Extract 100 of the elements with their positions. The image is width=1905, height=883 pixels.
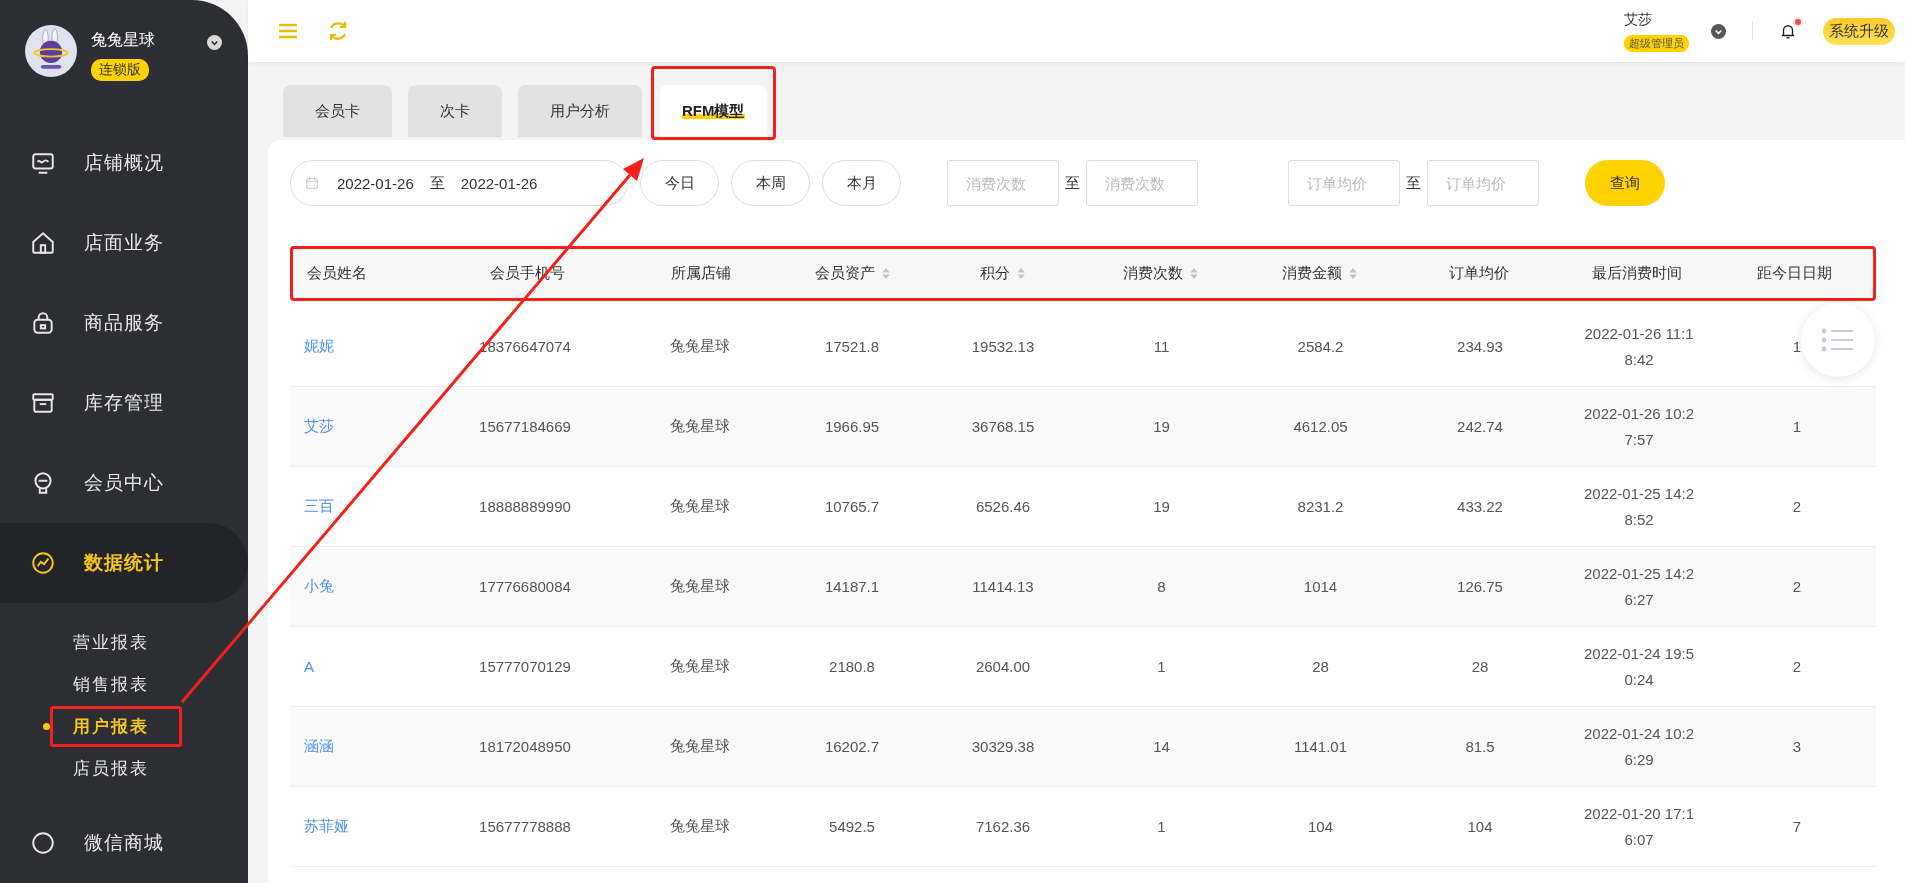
tab[interactable]: 用户分析 xyxy=(518,85,642,137)
table-cell: 18888889990 xyxy=(479,498,571,515)
nav-item[interactable]: 店铺概况 xyxy=(0,123,248,203)
submenu-item[interactable]: 营业报表 xyxy=(73,632,149,652)
table-cell: 15777070129 xyxy=(479,658,571,675)
range-separator: 至 xyxy=(1065,173,1080,193)
table-cell: 28 xyxy=(1312,658,1329,675)
table-cell-text: 2022-01-26 10:27:57 xyxy=(1582,403,1696,450)
table-cell: 14 xyxy=(1153,738,1170,755)
nav-item[interactable]: 会员中心 xyxy=(0,443,248,523)
input-field[interactable]: 订单均价 xyxy=(1288,160,1400,206)
table-cell: 242.74 xyxy=(1457,418,1503,435)
table-cell: 兔兔星球 xyxy=(670,657,730,676)
nav-item[interactable]: 库存管理 xyxy=(0,363,248,443)
sort-icon[interactable] xyxy=(880,267,891,280)
table-cell: 5492.5 xyxy=(829,818,875,835)
nav-item[interactable]: 店面业务 xyxy=(0,203,248,283)
upgrade-button[interactable]: 系统升级 xyxy=(1823,17,1895,45)
table-cell: 19 xyxy=(1153,498,1170,515)
table-cell: 2 xyxy=(1792,658,1802,675)
table-cell: 兔兔星球 xyxy=(670,497,730,516)
table-cell-text: 2022-01-25 14:26:27 xyxy=(1582,563,1696,610)
table-cell-text: 2022-01-25 14:28:52 xyxy=(1582,483,1696,530)
column-header: 消费次数 xyxy=(1123,264,1184,283)
table-cell: 14187.1 xyxy=(824,578,880,595)
table-cell: 15677184669 xyxy=(479,418,571,435)
table-cell: 2584.2 xyxy=(1297,338,1344,355)
input-field[interactable]: 消费次数 xyxy=(1086,160,1198,206)
submenu-item[interactable]: 销售报表 xyxy=(73,674,149,694)
calendar-icon xyxy=(305,176,319,190)
table-cell: 1966.95 xyxy=(824,418,880,435)
box-icon xyxy=(30,390,56,416)
house-icon xyxy=(30,230,56,256)
quick-range-button[interactable]: 本月 xyxy=(822,160,901,206)
table-cell: 兔兔星球 xyxy=(670,417,730,436)
column-header: 消费金额 xyxy=(1281,264,1342,283)
table-cell: 126.75 xyxy=(1457,578,1503,595)
table-cell: 19 xyxy=(1153,418,1170,435)
table-cell: 7162.36 xyxy=(975,818,1031,835)
table-cell: 15677778888 xyxy=(479,818,571,835)
submenu-item[interactable]: 店员报表 xyxy=(73,758,149,778)
table-cell: 10765.7 xyxy=(824,498,880,515)
table-cell: 36768.15 xyxy=(971,418,1035,435)
table-cell: 兔兔星球 xyxy=(670,577,730,596)
monitor-icon xyxy=(30,150,56,176)
nav-item[interactable]: 微信商城 xyxy=(0,803,248,883)
table-cell: 234.93 xyxy=(1457,338,1503,355)
table-cell-text: 2022-01-24 19:50:24 xyxy=(1582,643,1696,690)
table-cell: 11414.13 xyxy=(972,578,1034,595)
rabbit-logo-icon xyxy=(25,25,77,77)
chart-icon xyxy=(30,550,56,576)
column-header: 距今日日期 xyxy=(1756,264,1832,283)
nav-item[interactable]: 数据统计 xyxy=(0,523,248,603)
input-field[interactable]: 消费次数 xyxy=(947,160,1059,206)
table-cell: 104 xyxy=(1308,818,1333,835)
nav-item[interactable]: 商品服务 xyxy=(0,283,248,363)
table-cell: 2180.8 xyxy=(829,658,875,675)
list-icon xyxy=(1822,328,1854,352)
dropdown-icon[interactable] xyxy=(207,35,222,50)
dropdown-icon[interactable] xyxy=(1711,23,1726,39)
bell-icon[interactable] xyxy=(1779,22,1797,40)
table-cell: 2 xyxy=(1792,578,1802,595)
table-cell: 3 xyxy=(1792,738,1802,755)
sort-icon[interactable] xyxy=(1189,267,1200,280)
tab[interactable]: 次卡 xyxy=(408,85,502,137)
table-cell: 19532.13 xyxy=(971,338,1035,355)
column-header: 订单均价 xyxy=(1448,264,1509,283)
table-cell: 18172048950 xyxy=(479,738,571,755)
table-cell: 16202.7 xyxy=(824,738,880,755)
table-cell: 28 xyxy=(1471,658,1489,675)
column-header: 最后消费时间 xyxy=(1591,264,1682,283)
table-cell: 30329.38 xyxy=(971,738,1035,755)
table-cell: 17521.8 xyxy=(824,338,880,355)
store-name: 兔兔星球 xyxy=(91,30,155,50)
sort-icon[interactable] xyxy=(1016,267,1027,280)
quick-range-button[interactable]: 今日 xyxy=(640,160,719,206)
table-cell: 6526.46 xyxy=(975,498,1031,515)
table-cell: 8 xyxy=(1157,578,1166,595)
bag-icon xyxy=(30,310,56,336)
sort-icon[interactable] xyxy=(1347,267,1358,280)
table-cell: 兔兔星球 xyxy=(670,337,730,356)
table-cell: 1 xyxy=(1792,338,1802,355)
edition-badge: 连锁版 xyxy=(91,59,149,81)
tab[interactable]: 会员卡 xyxy=(283,85,392,137)
table-cell: 7 xyxy=(1792,818,1802,835)
role-badge: 超级管理员 xyxy=(1624,34,1689,52)
table-cell: 兔兔星球 xyxy=(670,737,730,756)
table-cell: 11 xyxy=(1153,338,1170,355)
table-cell: 8231.2 xyxy=(1297,498,1344,515)
quick-range-button[interactable]: 本周 xyxy=(731,160,810,206)
search-button[interactable]: 查询 xyxy=(1585,160,1665,206)
user-name: 艾莎 xyxy=(1624,10,1652,29)
table-cell: 2604.00 xyxy=(975,658,1031,675)
table-cell: 1 xyxy=(1157,818,1166,835)
input-field[interactable]: 订单均价 xyxy=(1427,160,1539,206)
submenu-item[interactable]: 用户报表 xyxy=(73,716,149,736)
table-cell: 兔兔星球 xyxy=(670,817,730,836)
table-cell: 2 xyxy=(1792,498,1802,515)
range-separator: 至 xyxy=(1406,173,1421,193)
table-cell-text: 2022-01-26 11:18:42 xyxy=(1583,323,1695,370)
